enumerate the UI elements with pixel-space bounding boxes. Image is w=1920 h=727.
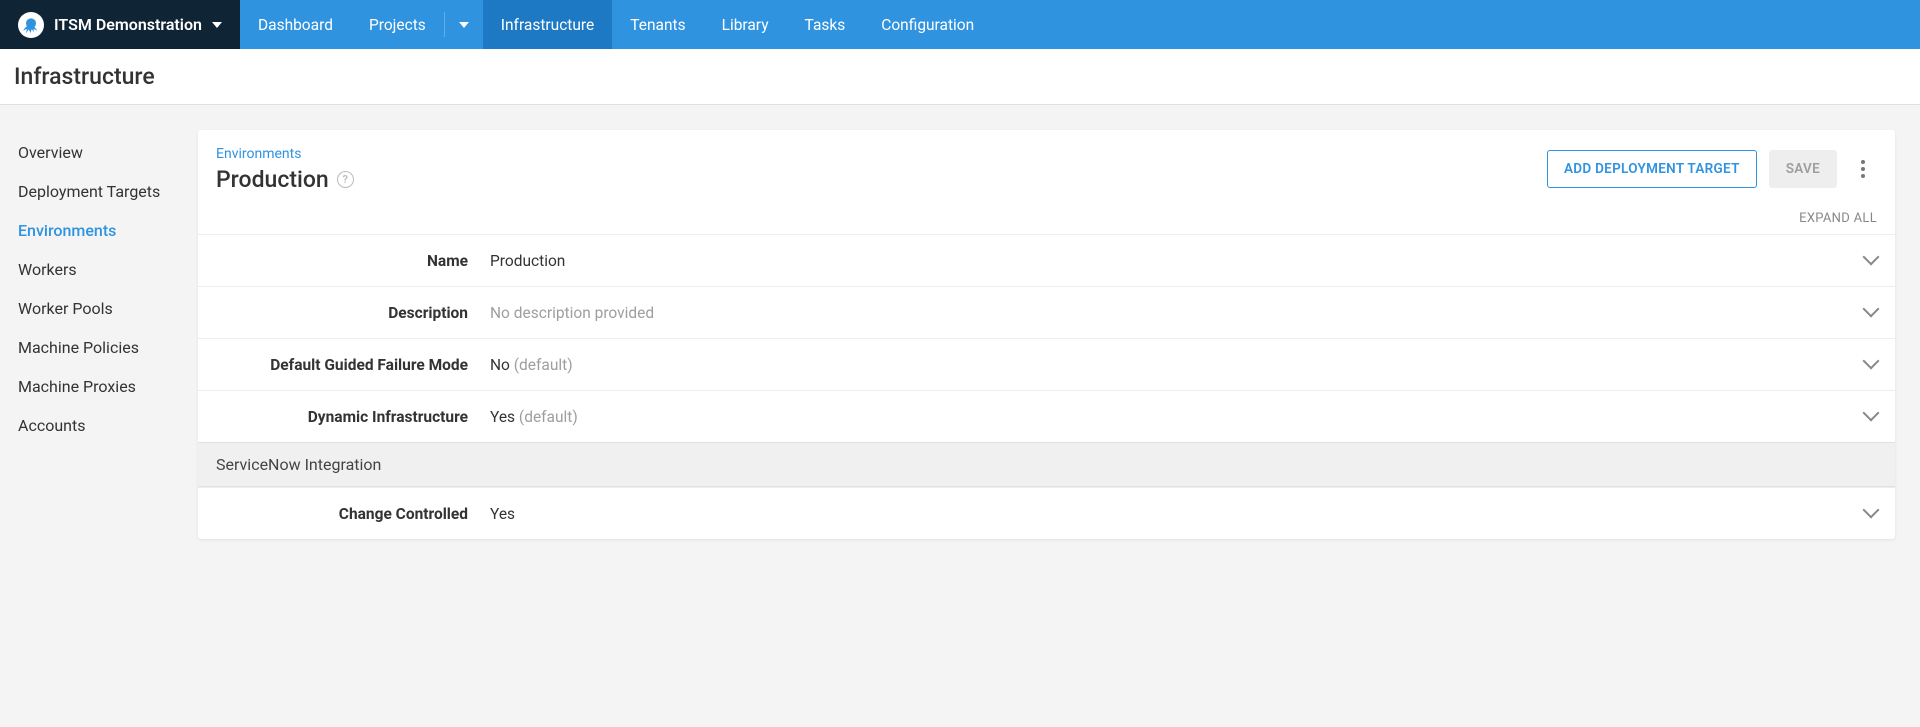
card-actions: ADD DEPLOYMENT TARGET SAVE: [1547, 146, 1877, 188]
save-button: SAVE: [1769, 150, 1837, 188]
nav-configuration[interactable]: Configuration: [863, 0, 992, 49]
value-dynamic-infrastructure: Yes (default): [490, 408, 1853, 426]
expand-description[interactable]: [1853, 303, 1877, 322]
main-content: Environments Production ? ADD DEPLOYMENT…: [198, 105, 1920, 569]
nav-tenants[interactable]: Tenants: [612, 0, 703, 49]
overflow-menu-button[interactable]: [1849, 152, 1877, 186]
dot-icon: [1861, 174, 1865, 178]
expand-all-link[interactable]: EXPAND ALL: [1799, 211, 1877, 226]
expand-name[interactable]: [1853, 251, 1877, 270]
title-block: Environments Production ?: [216, 146, 354, 193]
row-guided-failure[interactable]: Default Guided Failure Mode No (default): [198, 338, 1895, 390]
label-name: Name: [216, 252, 490, 270]
dynamic-suffix: (default): [519, 408, 578, 426]
sidebar-item-overview[interactable]: Overview: [14, 133, 198, 172]
chevron-down-icon: [459, 22, 469, 28]
sidebar: Overview Deployment Targets Environments…: [0, 105, 198, 445]
row-name[interactable]: Name Production: [198, 234, 1895, 286]
nav-infrastructure[interactable]: Infrastructure: [483, 0, 612, 49]
space-selector[interactable]: ITSM Demonstration: [0, 0, 240, 49]
value-name: Production: [490, 252, 1853, 270]
nav-library[interactable]: Library: [704, 0, 787, 49]
value-description: No description provided: [490, 304, 1853, 322]
guided-suffix: (default): [514, 356, 573, 374]
add-deployment-target-button[interactable]: ADD DEPLOYMENT TARGET: [1547, 150, 1757, 188]
sidebar-item-accounts[interactable]: Accounts: [14, 406, 198, 445]
row-change-controlled[interactable]: Change Controlled Yes: [198, 487, 1895, 539]
environment-card: Environments Production ? ADD DEPLOYMENT…: [198, 130, 1895, 539]
expand-change-controlled[interactable]: [1853, 504, 1877, 523]
chevron-down-icon: [1863, 405, 1880, 422]
chevron-down-icon: [1863, 502, 1880, 519]
top-nav: ITSM Demonstration Dashboard Projects In…: [0, 0, 1920, 49]
row-dynamic-infrastructure[interactable]: Dynamic Infrastructure Yes (default): [198, 390, 1895, 442]
page-header: Infrastructure: [0, 49, 1920, 105]
breadcrumb[interactable]: Environments: [216, 146, 354, 162]
label-dynamic-infrastructure: Dynamic Infrastructure: [216, 408, 490, 426]
environment-title: Production: [216, 166, 329, 193]
section-servicenow: ServiceNow Integration: [198, 442, 1895, 487]
nav-projects[interactable]: Projects: [351, 0, 444, 49]
layout: Overview Deployment Targets Environments…: [0, 105, 1920, 569]
dynamic-value-text: Yes: [490, 408, 519, 426]
row-description[interactable]: Description No description provided: [198, 286, 1895, 338]
label-description: Description: [216, 304, 490, 322]
expand-guided-failure[interactable]: [1853, 355, 1877, 374]
label-guided-failure: Default Guided Failure Mode: [216, 356, 490, 374]
nav-tasks[interactable]: Tasks: [787, 0, 864, 49]
help-icon[interactable]: ?: [337, 171, 354, 188]
expand-dynamic-infrastructure[interactable]: [1853, 407, 1877, 426]
value-change-controlled: Yes: [490, 505, 1853, 523]
octopus-logo-icon: [18, 12, 44, 38]
value-guided-failure: No (default): [490, 356, 1853, 374]
card-header: Environments Production ? ADD DEPLOYMENT…: [198, 130, 1895, 205]
dot-icon: [1861, 160, 1865, 164]
sidebar-item-machine-proxies[interactable]: Machine Proxies: [14, 367, 198, 406]
space-name: ITSM Demonstration: [54, 15, 202, 34]
expand-all-bar: EXPAND ALL: [198, 205, 1895, 234]
chevron-down-icon: [1863, 353, 1880, 370]
nav-dashboard[interactable]: Dashboard: [240, 0, 351, 49]
chevron-down-icon: [1863, 249, 1880, 266]
sidebar-item-workers[interactable]: Workers: [14, 250, 198, 289]
sidebar-item-deployment-targets[interactable]: Deployment Targets: [14, 172, 198, 211]
projects-dropdown[interactable]: [445, 0, 483, 49]
label-change-controlled: Change Controlled: [216, 505, 490, 523]
page-title: Infrastructure: [14, 63, 1906, 90]
guided-value-text: No: [490, 356, 514, 374]
sidebar-item-machine-policies[interactable]: Machine Policies: [14, 328, 198, 367]
dot-icon: [1861, 167, 1865, 171]
chevron-down-icon: [212, 22, 222, 28]
sidebar-item-environments[interactable]: Environments: [14, 211, 198, 250]
sidebar-item-worker-pools[interactable]: Worker Pools: [14, 289, 198, 328]
chevron-down-icon: [1863, 301, 1880, 318]
